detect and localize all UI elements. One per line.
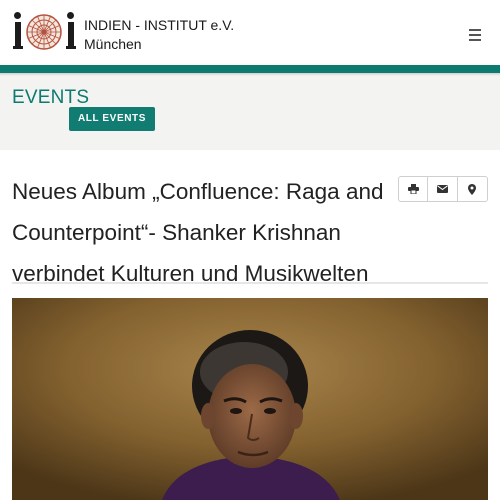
institute-logo[interactable] [13, 12, 77, 52]
envelope-icon [437, 185, 449, 193]
organization-name: INDIEN - INSTITUT e.V. [84, 17, 235, 33]
logo-letter-i-left [13, 12, 23, 52]
email-button[interactable] [428, 177, 458, 201]
header-accent-bar [0, 65, 500, 73]
hamburger-menu-icon[interactable] [462, 24, 488, 44]
location-button[interactable] [458, 177, 487, 201]
site-header: INDIEN - INSTITUT e.V. München [0, 0, 500, 65]
events-section: EVENTS ALL EVENTS [0, 76, 500, 150]
logo-letter-i-right [66, 12, 76, 52]
article-title: Neues Album „Confluence: Raga and Counte… [12, 179, 384, 286]
print-icon [407, 184, 419, 194]
artist-photo [12, 298, 488, 500]
map-pin-icon [468, 183, 477, 195]
all-events-button[interactable]: ALL EVENTS [69, 107, 155, 131]
organization-city: München [84, 36, 142, 52]
article-action-group [398, 176, 488, 202]
portrait-image [12, 298, 488, 500]
mandala-icon [26, 14, 62, 50]
title-divider [12, 282, 488, 284]
print-button[interactable] [399, 177, 429, 201]
events-section-title: EVENTS [12, 87, 90, 108]
